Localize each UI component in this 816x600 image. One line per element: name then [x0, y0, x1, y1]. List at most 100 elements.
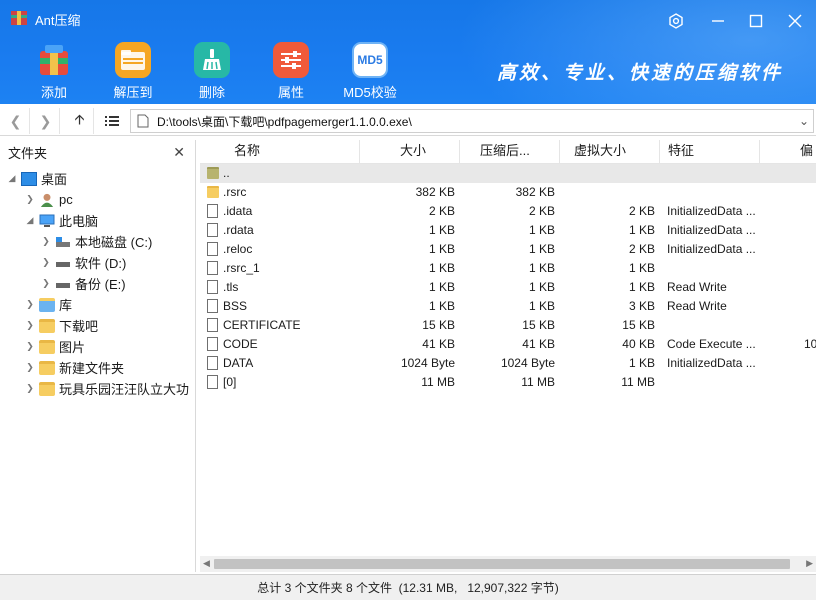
- folder-tree-title: 文件夹: [8, 145, 48, 161]
- settings-button[interactable]: [661, 6, 691, 36]
- close-button[interactable]: [780, 6, 810, 36]
- maximize-icon: [749, 14, 763, 28]
- file-row-parent[interactable]: ..: [200, 164, 816, 183]
- archive-add-icon: [36, 42, 72, 78]
- up-button[interactable]: 🡩: [66, 108, 94, 134]
- address-path: D:\tools\桌面\下载吧\pdfpagemerger1.1.0.0.exe…: [157, 114, 412, 129]
- file-icon: [207, 375, 218, 389]
- collapsed-arrow-icon: ❯: [26, 383, 34, 393]
- sliders-icon: [273, 42, 309, 78]
- scroll-left-icon[interactable]: ◀: [203, 558, 210, 569]
- list-view-icon: [105, 116, 119, 126]
- file-row[interactable]: BSS 1 KB 1 KB 3 KB Read Write: [200, 297, 816, 316]
- file-icon: [207, 223, 218, 237]
- file-row[interactable]: .rdata 1 KB 1 KB 1 KB InitializedData ..…: [200, 221, 816, 240]
- maximize-button[interactable]: [741, 6, 771, 36]
- folder-icon: [39, 318, 55, 333]
- file-row[interactable]: .rsrc 382 KB 382 KB: [200, 183, 816, 202]
- tree-item-desktop[interactable]: ◢ 桌面: [6, 168, 67, 189]
- file-icon: [207, 261, 218, 275]
- file-icon: [207, 299, 218, 313]
- drive-icon: [56, 261, 70, 267]
- extract-button[interactable]: 解压到: [101, 42, 165, 102]
- file-icon: [207, 318, 218, 332]
- close-icon: [788, 14, 802, 28]
- file-icon: [207, 337, 218, 351]
- tree-item-library[interactable]: ❯ 库: [24, 294, 72, 315]
- computer-icon: [39, 214, 55, 227]
- column-characteristics[interactable]: 特征: [660, 140, 760, 164]
- collapsed-arrow-icon: ❯: [26, 341, 34, 351]
- folder-icon: [207, 186, 219, 198]
- address-row: ❮ ❯ 🡩 D:\tools\桌面\下载吧\pdfpagemerger1.1.0…: [0, 106, 816, 136]
- folder-icon: [39, 381, 55, 396]
- slogan: 高效、专业、快速的压缩软件: [497, 62, 784, 84]
- arrow-up-icon: 🡩: [74, 111, 85, 127]
- file-row[interactable]: .tls 1 KB 1 KB 1 KB Read Write: [200, 278, 816, 297]
- file-icon: [207, 356, 218, 370]
- horizontal-scrollbar[interactable]: ◀ ▶: [200, 556, 816, 572]
- tree-item-downloads[interactable]: ❯ 下载吧: [24, 315, 98, 336]
- status-text: 总计 3 个文件夹 8 个文件 (12.31 MB, 12,907,322 字节…: [257, 581, 559, 595]
- properties-button[interactable]: 属性: [259, 42, 323, 102]
- back-button[interactable]: ❮: [2, 108, 30, 134]
- tree-item-new-folder[interactable]: ❯ 新建文件夹: [24, 357, 124, 378]
- parent-folder-icon: [207, 167, 219, 179]
- tree-item-pictures[interactable]: ❯ 图片: [24, 336, 85, 357]
- file-row[interactable]: DATA 1024 Byte 1024 Byte 1 KB Initialize…: [200, 354, 816, 373]
- scroll-right-icon[interactable]: ▶: [806, 558, 813, 569]
- properties-label: 属性: [277, 85, 304, 100]
- delete-label: 删除: [198, 85, 225, 100]
- column-size[interactable]: 大小: [360, 140, 460, 164]
- column-header-row: 名称 大小 压缩后... 虚拟大小 特征 偏: [200, 140, 816, 164]
- desktop-icon: [21, 171, 37, 186]
- add-label: 添加: [40, 85, 67, 100]
- library-icon: [39, 297, 55, 312]
- scrollbar-thumb[interactable]: [214, 559, 790, 569]
- collapsed-arrow-icon: ❯: [26, 320, 34, 330]
- close-panel-icon[interactable]: ✕: [173, 144, 185, 161]
- collapsed-arrow-icon: ❯: [26, 299, 34, 309]
- expanded-arrow-icon: ◢: [8, 173, 16, 183]
- tree-item-drive-c[interactable]: ❯ 本地磁盘 (C:): [40, 231, 152, 252]
- address-bar[interactable]: D:\tools\桌面\下载吧\pdfpagemerger1.1.0.0.exe…: [130, 109, 814, 133]
- minimize-button[interactable]: [703, 6, 733, 36]
- collapsed-arrow-icon: ❯: [26, 194, 34, 204]
- folder-icon: [39, 339, 55, 354]
- tree-item-drive-e[interactable]: ❯ 备份 (E:): [40, 273, 125, 294]
- column-virtual-size[interactable]: 虚拟大小: [560, 140, 660, 164]
- tree-item-this-pc[interactable]: ◢ 此电脑: [24, 210, 98, 231]
- forward-button[interactable]: ❯: [32, 108, 60, 134]
- view-list-button[interactable]: [98, 108, 126, 134]
- file-icon: [137, 114, 149, 128]
- chevron-down-icon[interactable]: ⌄: [799, 114, 809, 128]
- column-offset[interactable]: 偏: [760, 140, 816, 164]
- file-row[interactable]: .rsrc_1 1 KB 1 KB 1 KB: [200, 259, 816, 278]
- add-button[interactable]: 添加: [22, 42, 86, 102]
- tree-item-toy-park[interactable]: ❯ 玩具乐园汪汪队立大功: [24, 378, 189, 399]
- column-packed[interactable]: 压缩后...: [460, 140, 560, 164]
- user-icon: [40, 193, 54, 207]
- folder-icon: [39, 360, 55, 375]
- file-row[interactable]: .reloc 1 KB 1 KB 2 KB InitializedData ..…: [200, 240, 816, 259]
- collapsed-arrow-icon: ❯: [42, 257, 50, 267]
- minimize-icon: [712, 20, 724, 22]
- tree-item-drive-d[interactable]: ❯ 软件 (D:): [40, 252, 126, 273]
- column-name[interactable]: 名称: [200, 140, 360, 164]
- file-row[interactable]: [0] 11 MB 11 MB 11 MB: [200, 373, 816, 392]
- file-row[interactable]: .idata 2 KB 2 KB 2 KB InitializedData ..…: [200, 202, 816, 221]
- collapsed-arrow-icon: ❯: [42, 236, 50, 246]
- tree-item-pc[interactable]: ❯ pc: [24, 189, 73, 210]
- title-toolbar-area: Ant压缩 添加 解压到 删除 属性 MD5 MD5校验 高效、专业、快速的压缩…: [0, 0, 816, 104]
- extract-folder-icon: [115, 42, 151, 78]
- file-row[interactable]: CODE 41 KB 41 KB 40 KB Code Execute ... …: [200, 335, 816, 354]
- app-logo-icon: [11, 11, 27, 25]
- delete-button[interactable]: 删除: [180, 42, 244, 102]
- md5-button[interactable]: MD5 MD5校验: [338, 42, 402, 102]
- status-bar: 总计 3 个文件夹 8 个文件 (12.31 MB, 12,907,322 字节…: [0, 574, 816, 600]
- drive-icon: [56, 282, 70, 288]
- extract-label: 解压到: [113, 85, 153, 100]
- file-row[interactable]: CERTIFICATE 15 KB 15 KB 15 KB: [200, 316, 816, 335]
- md5-icon: MD5: [352, 42, 388, 78]
- gear-icon: [669, 13, 683, 29]
